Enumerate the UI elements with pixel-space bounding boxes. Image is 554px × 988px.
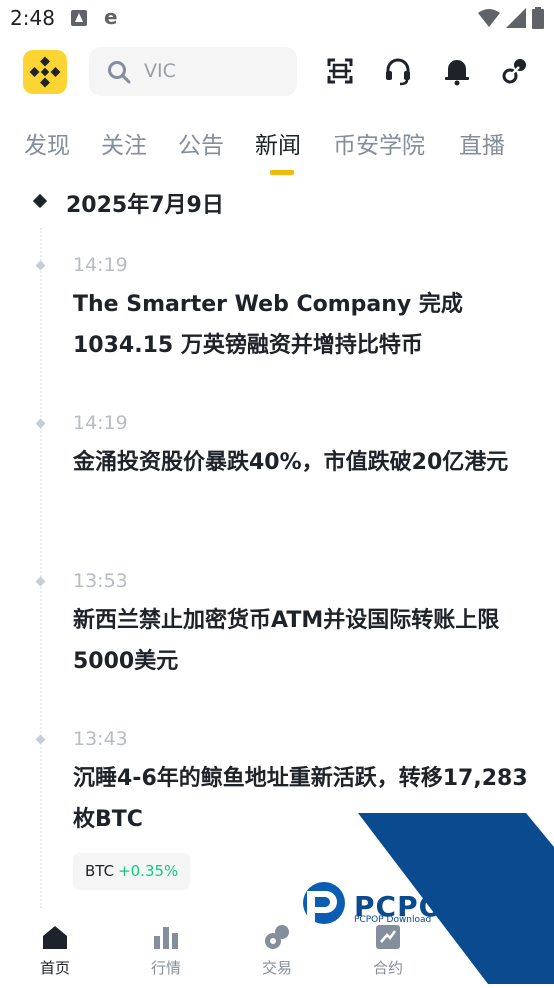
top-header	[0, 40, 554, 104]
timeline-line	[40, 228, 42, 908]
nav-assets[interactable]: 资产	[459, 910, 539, 984]
timeline-dot	[35, 734, 46, 745]
nav-trade[interactable]: 交易	[237, 910, 317, 984]
bell-icon[interactable]	[442, 56, 472, 86]
coin-change: +0.35%	[118, 862, 179, 880]
nav-label: 行情	[150, 959, 181, 977]
active-tab-indicator	[270, 170, 294, 175]
tab-discover[interactable]: 发现	[24, 126, 70, 160]
coin-tag-btc[interactable]: BTC +0.35%	[73, 853, 191, 890]
system-status-icons	[478, 7, 544, 29]
wallet-icon	[487, 928, 511, 948]
binance-logo-mark	[29, 56, 61, 88]
timeline-dot	[35, 576, 46, 587]
nav-markets[interactable]: 行情	[126, 910, 206, 984]
search-icon	[108, 61, 131, 84]
nav-label: 合约	[372, 959, 403, 977]
headset-icon[interactable]	[383, 56, 413, 86]
news-title[interactable]: The Smarter Web Company 完成 1034.15 万英镑融资…	[73, 284, 528, 366]
nav-label: 交易	[261, 959, 292, 977]
date-diamond-icon	[32, 193, 48, 209]
nav-futures[interactable]: 合约	[348, 910, 428, 984]
tab-live[interactable]: 直播	[459, 126, 505, 160]
news-title[interactable]: 新西兰禁止加密货币ATM并设国际转账上限5000美元	[73, 600, 528, 682]
nav-label: 首页	[39, 959, 70, 977]
font-a-icon	[71, 10, 87, 26]
nav-label: 资产	[483, 959, 514, 977]
nav-home[interactable]: 首页	[15, 910, 95, 984]
news-time: 14:19	[73, 254, 128, 276]
signal-icon	[506, 8, 526, 28]
futures-icon	[376, 925, 400, 949]
binance-logo[interactable]	[23, 50, 67, 94]
timeline-dot	[35, 260, 46, 271]
tab-binance-academy[interactable]: 币安学院	[333, 126, 425, 160]
search-input[interactable]	[144, 56, 284, 86]
status-time: 2:48	[10, 6, 55, 30]
news-time: 13:43	[73, 728, 128, 750]
battery-icon	[532, 7, 544, 29]
scan-icon[interactable]	[325, 56, 355, 86]
feed-date: 2025年7月9日	[66, 193, 224, 218]
news-time: 14:19	[73, 412, 128, 434]
tab-announcements[interactable]: 公告	[178, 126, 224, 160]
tab-following[interactable]: 关注	[101, 126, 147, 160]
wifi-icon	[478, 9, 500, 27]
category-tabs: 发现 关注 公告 新闻 币安学院 直播	[0, 118, 554, 178]
search-bar[interactable]	[89, 47, 297, 96]
tab-news[interactable]: 新闻	[255, 126, 301, 160]
status-bar: 2:48 e	[0, 0, 554, 36]
home-icon	[43, 926, 67, 949]
bottom-nav: 首页 行情 交易 合约 资产	[0, 910, 554, 984]
share-link-icon[interactable]	[500, 56, 530, 86]
news-time: 13:53	[73, 570, 128, 592]
browser-e-icon: e	[104, 5, 118, 29]
trade-coins-icon	[265, 925, 289, 949]
coin-symbol: BTC	[85, 862, 115, 880]
news-title[interactable]: 沉睡4-6年的鲸鱼地址重新活跃，转移17,283枚BTC	[73, 758, 528, 840]
bar-chart-icon	[154, 927, 178, 949]
news-title[interactable]: 金涌投资股价暴跌40%，市值跌破20亿港元	[73, 442, 528, 483]
timeline-dot	[35, 418, 46, 429]
